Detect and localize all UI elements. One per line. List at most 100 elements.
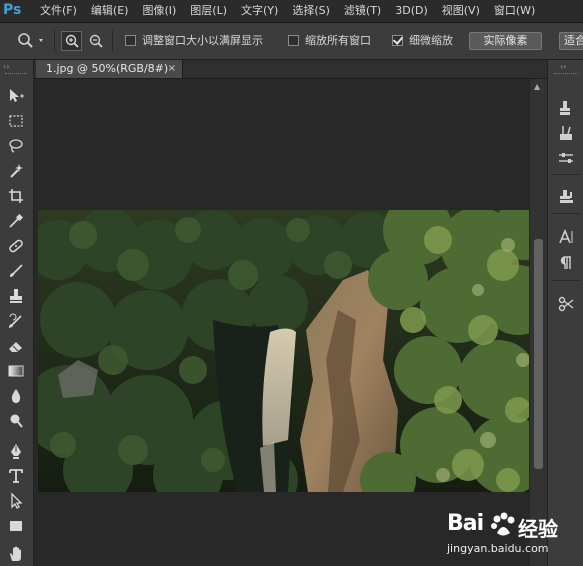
resize-windows-label: 调整窗口大小以满屏显示 [142, 34, 263, 47]
eyedropper-tool-icon [9, 213, 24, 228]
menu-view[interactable]: 视图(V) [442, 0, 480, 22]
baidu-jingyan-watermark: Bai 经验 jingyan.baidu.com [445, 505, 583, 566]
history-panel-button[interactable] [555, 98, 577, 118]
brush-tool[interactable] [5, 261, 27, 281]
marquee-tool-icon [9, 115, 23, 127]
menu-filter[interactable]: 滤镜(T) [344, 0, 381, 22]
resize-windows-checkbox[interactable] [125, 35, 136, 46]
paragraph-panel-button[interactable] [555, 253, 577, 273]
lasso-tool[interactable] [5, 136, 27, 156]
menu-items: 文件(F) 编辑(E) 图像(I) 图层(L) 文字(Y) 选择(S) 滤镜(T… [40, 0, 549, 22]
clone-stamp-tool-icon [10, 289, 22, 303]
clone-stamp-tool[interactable] [5, 286, 27, 306]
panel-collapse-icon[interactable]: ›› [3, 62, 9, 71]
tool-presets-panel-button[interactable] [555, 294, 577, 314]
zoom-tool-preset-button[interactable] [14, 31, 48, 51]
healing-brush-tool[interactable] [5, 236, 27, 256]
dodge-tool-icon [10, 414, 23, 428]
eraser-tool[interactable] [5, 336, 27, 356]
healing-brush-tool-icon [9, 239, 23, 253]
scrubby-zoom-label: 细微缩放 [409, 34, 453, 47]
type-tool[interactable] [5, 466, 27, 486]
zoom-all-windows-label: 缩放所有窗口 [305, 34, 371, 47]
waterfall-image [38, 210, 529, 492]
move-tool[interactable] [5, 86, 27, 106]
panel-separator [552, 174, 580, 175]
rectangle-tool[interactable] [5, 516, 27, 536]
watermark-brand-suffix: 经验 [518, 517, 558, 541]
sliders-icon [559, 153, 573, 163]
dodge-tool[interactable] [5, 411, 27, 431]
blur-tool[interactable] [5, 386, 27, 406]
panel-separator [552, 280, 580, 281]
tools-panel: ›› [0, 60, 34, 566]
gradient-tool-icon [8, 365, 24, 377]
hand-tool[interactable] [5, 544, 27, 564]
separator [112, 30, 113, 52]
path-select-tool-icon [11, 492, 23, 509]
history-brush-tool-icon [9, 313, 22, 328]
zoom-icon [18, 33, 43, 48]
options-bar: 调整窗口大小以满屏显示 缩放所有窗口 细微缩放 实际像素 适合 [0, 23, 583, 60]
close-tab-icon[interactable]: × [168, 60, 176, 78]
lasso-tool-icon [9, 139, 23, 153]
vertical-scrollbar[interactable]: ▲ [529, 79, 547, 566]
menu-bar: Ps 文件(F) 编辑(E) 图像(I) 图层(L) 文字(Y) 选择(S) 滤… [0, 0, 583, 23]
eyedropper-tool[interactable] [5, 211, 27, 231]
zoom-in-button[interactable] [61, 31, 82, 51]
rectangle-tool-icon [10, 521, 22, 531]
quick-select-tool-icon [10, 164, 23, 178]
hand-tool-icon [10, 546, 21, 561]
eraser-tool-icon [9, 342, 22, 352]
move-tool-icon [10, 89, 24, 102]
zoom-out-icon [89, 34, 103, 48]
adjustments-panel-button[interactable] [555, 148, 577, 168]
history-panel-icon [560, 101, 570, 115]
path-select-tool[interactable] [5, 491, 27, 511]
menu-3d[interactable]: 3D(D) [395, 0, 428, 22]
type-tool-icon [9, 469, 23, 483]
brush-presets-panel-button[interactable] [555, 123, 577, 143]
marquee-tool[interactable] [5, 111, 27, 131]
gradient-tool[interactable] [5, 361, 27, 381]
scrubby-zoom-checkbox[interactable] [392, 35, 403, 46]
menu-file[interactable]: 文件(F) [40, 0, 77, 22]
document-tab[interactable]: 1.jpg @ 50%(RGB/8#) × [36, 60, 183, 78]
history-brush-tool[interactable] [5, 311, 27, 331]
menu-select[interactable]: 选择(S) [292, 0, 330, 22]
quick-select-tool[interactable] [5, 161, 27, 181]
character-panel-button[interactable] [555, 227, 577, 247]
zoom-in-icon [65, 34, 79, 48]
menu-type[interactable]: 文字(Y) [241, 0, 278, 22]
pen-tool[interactable] [5, 441, 27, 461]
panel-separator [552, 213, 580, 214]
separator [54, 30, 55, 52]
paragraph-icon [560, 256, 571, 269]
crop-tool-icon [9, 189, 23, 203]
panel-grip [5, 73, 27, 76]
document-canvas[interactable] [34, 79, 529, 566]
clone-source-icon [560, 190, 573, 203]
scissors-icon [558, 296, 574, 312]
menu-image[interactable]: 图像(I) [142, 0, 176, 22]
photoshop-logo: Ps [3, 2, 22, 18]
clone-source-panel-button[interactable] [555, 187, 577, 207]
document-tab-label: 1.jpg @ 50%(RGB/8#) [46, 62, 169, 75]
scrollbar-thumb[interactable] [534, 239, 543, 469]
pen-tool-icon [11, 444, 21, 459]
fit-screen-button[interactable]: 适合 [559, 32, 583, 50]
zoom-all-windows-checkbox[interactable] [288, 35, 299, 46]
brush-tool-icon [10, 264, 23, 277]
right-panel-dock: ‹‹ [547, 60, 583, 566]
blur-tool-icon [11, 389, 21, 403]
menu-window[interactable]: 窗口(W) [494, 0, 535, 22]
actual-pixels-button[interactable]: 实际像素 [469, 32, 542, 50]
crop-tool[interactable] [5, 186, 27, 206]
watermark-url: jingyan.baidu.com [447, 542, 549, 555]
scroll-up-icon[interactable]: ▲ [534, 82, 540, 91]
character-icon [559, 228, 573, 244]
menu-layer[interactable]: 图层(L) [190, 0, 227, 22]
zoom-out-button[interactable] [85, 31, 106, 51]
panel-expand-icon[interactable]: ‹‹ [560, 62, 566, 71]
menu-edit[interactable]: 编辑(E) [91, 0, 129, 22]
